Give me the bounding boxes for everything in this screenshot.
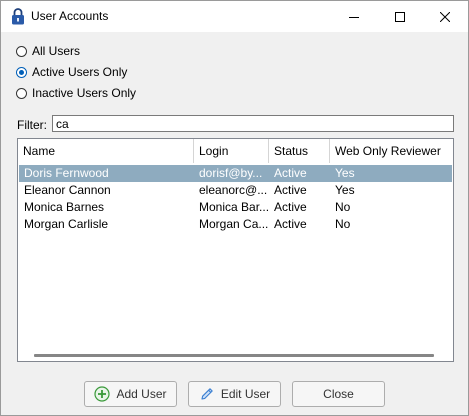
cell-web-only-reviewer: No — [335, 217, 351, 231]
cell-name: Doris Fernwood — [24, 166, 109, 180]
cell-name: Morgan Carlisle — [24, 217, 109, 231]
radio-label: Inactive Users Only — [32, 86, 137, 100]
maximize-icon — [395, 11, 405, 22]
radio-button[interactable] — [16, 45, 27, 57]
column-header-name[interactable]: Name — [18, 139, 193, 163]
cell-login: dorisf@by... — [199, 166, 263, 180]
table-row[interactable]: Morgan Carlisle Morgan Ca... Active No — [19, 216, 452, 233]
cell-web-only-reviewer: Yes — [335, 166, 355, 180]
radio-label: All Users — [32, 44, 81, 58]
horizontal-scrollbar[interactable] — [34, 354, 434, 357]
table-row[interactable]: Eleanor Cannon eleanorc@... Active Yes — [19, 182, 452, 199]
add-user-button[interactable]: Add User — [84, 381, 177, 407]
filter-label: Filter: — [17, 118, 47, 132]
window-title: User Accounts — [31, 9, 109, 23]
cell-login: Morgan Ca... — [199, 217, 269, 231]
title-bar[interactable]: User Accounts — [1, 1, 468, 32]
column-header-status[interactable]: Status — [269, 139, 329, 163]
radio-inactive-users-only[interactable]: Inactive Users Only — [16, 85, 136, 101]
cell-name: Eleanor Cannon — [24, 183, 111, 197]
user-list[interactable]: Name Login Status Web Only Reviewer Dori… — [17, 138, 454, 362]
radio-button[interactable] — [16, 66, 27, 78]
minimize-icon — [349, 16, 359, 18]
table-row[interactable]: Doris Fernwood dorisf@by... Active Yes — [19, 165, 452, 182]
pencil-icon — [199, 386, 215, 402]
radio-active-users-only[interactable]: Active Users Only — [16, 64, 127, 80]
add-icon — [94, 386, 111, 402]
radio-button[interactable] — [16, 87, 27, 99]
close-icon — [440, 11, 450, 22]
column-header-login[interactable]: Login — [194, 139, 268, 163]
filter-input[interactable] — [52, 115, 454, 132]
cell-login: Monica Bar... — [199, 200, 269, 214]
radio-all-users[interactable]: All Users — [16, 43, 80, 59]
cell-status: Active — [274, 166, 307, 180]
cell-name: Monica Barnes — [24, 200, 105, 214]
radio-label: Active Users Only — [32, 65, 128, 79]
padlock-icon — [12, 8, 24, 25]
edit-user-label: Edit User — [220, 387, 271, 401]
cell-login: eleanorc@... — [199, 183, 268, 197]
user-accounts-window: User Accounts All Users Active Users Onl… — [0, 0, 469, 416]
table-row[interactable]: Monica Barnes Monica Bar... Active No — [19, 199, 452, 216]
column-header-web-only-reviewer[interactable]: Web Only Reviewer — [330, 139, 452, 163]
maximize-button[interactable] — [377, 1, 423, 32]
close-label: Close — [323, 387, 354, 401]
add-user-label: Add User — [116, 387, 167, 401]
edit-user-button[interactable]: Edit User — [188, 381, 281, 407]
cell-status: Active — [274, 217, 307, 231]
cell-status: Active — [274, 200, 307, 214]
close-button[interactable]: Close — [292, 381, 385, 407]
minimize-button[interactable] — [331, 1, 377, 32]
list-header: Name Login Status Web Only Reviewer — [18, 139, 453, 163]
cell-web-only-reviewer: Yes — [335, 183, 355, 197]
cell-status: Active — [274, 183, 307, 197]
cell-web-only-reviewer: No — [335, 200, 351, 214]
close-window-button[interactable] — [422, 1, 468, 32]
